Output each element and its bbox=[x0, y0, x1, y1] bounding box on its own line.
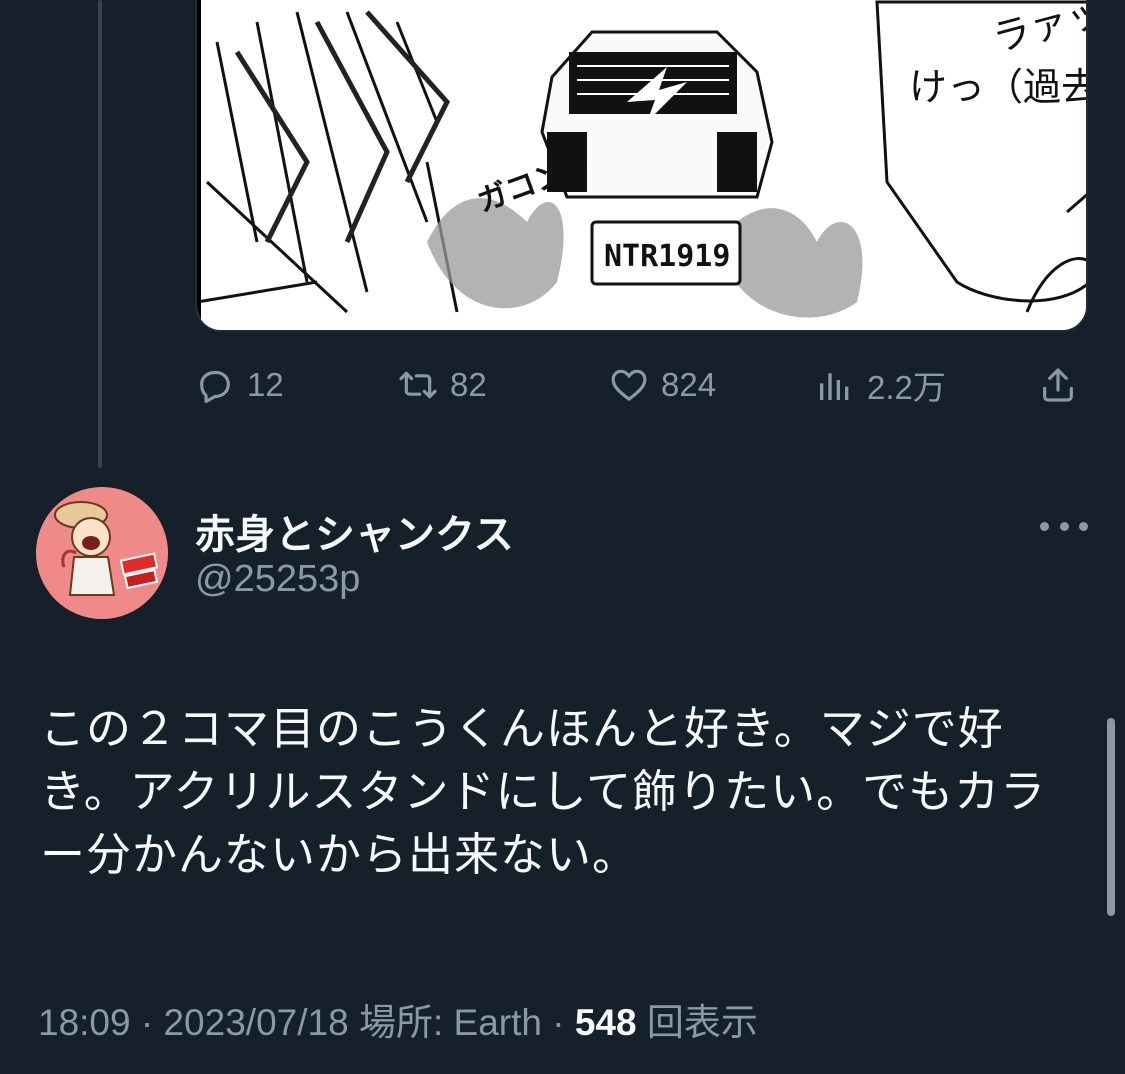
views-label: 回表示 bbox=[646, 1002, 758, 1043]
like-count: 824 bbox=[661, 366, 717, 403]
like-icon bbox=[611, 369, 647, 401]
tweet-text-line: この２コマ目のこうくんほんと好き。マジで好 bbox=[40, 703, 1004, 754]
license-plate-text: NTR1919 bbox=[604, 239, 730, 274]
retweet-count: 82 bbox=[450, 366, 487, 403]
author-display-name[interactable]: 赤身とシャンクス bbox=[195, 502, 514, 560]
views-button[interactable]: 2.2万 bbox=[815, 358, 946, 412]
retweet-icon bbox=[399, 371, 437, 399]
views-value: 548 bbox=[574, 1002, 637, 1043]
thread-connector-line bbox=[98, 0, 102, 468]
tweet-text: この２コマ目のこうくんほんと好き。マジで好 き。アクリルスタンドにして飾りたい。… bbox=[40, 697, 1050, 886]
tweet-action-bar: 12 82 824 2.2万 bbox=[195, 358, 1088, 412]
reply-count: 12 bbox=[247, 366, 284, 403]
tweet-text-line: ー分かんないから出来ない。 bbox=[40, 829, 639, 880]
more-icon bbox=[1040, 521, 1049, 531]
tweet-media-image[interactable]: NTR1919 ガコンッ ラァッ！ けっ（過去へ） bbox=[195, 0, 1088, 332]
share-icon bbox=[1043, 368, 1073, 402]
tweet-text-line: き。アクリルスタンドにして飾りたい。でもカラ bbox=[40, 766, 1047, 817]
tweet-time[interactable]: 18:09 bbox=[38, 1002, 131, 1043]
author-avatar[interactable] bbox=[36, 487, 168, 619]
reply-button[interactable]: 12 bbox=[195, 358, 284, 412]
reply-icon bbox=[200, 370, 230, 404]
tweet-date[interactable]: 2023/07/18 bbox=[163, 1002, 348, 1043]
retweet-button[interactable]: 82 bbox=[398, 358, 487, 412]
more-options-button[interactable] bbox=[1040, 508, 1088, 544]
author-handle[interactable]: @25253p bbox=[195, 558, 360, 601]
scrollbar[interactable] bbox=[1107, 718, 1115, 916]
speech-text-2: けっ（過去へ） bbox=[909, 67, 1088, 109]
share-button[interactable] bbox=[1038, 358, 1078, 412]
like-button[interactable]: 824 bbox=[609, 358, 716, 412]
views-count: 2.2万 bbox=[867, 369, 946, 406]
views-icon bbox=[820, 373, 849, 400]
tweet-location: 場所: Earth bbox=[358, 1002, 542, 1043]
tweet-metadata: 18:09 · 2023/07/18 場所: Earth · 548 回表示 bbox=[38, 1002, 758, 1043]
